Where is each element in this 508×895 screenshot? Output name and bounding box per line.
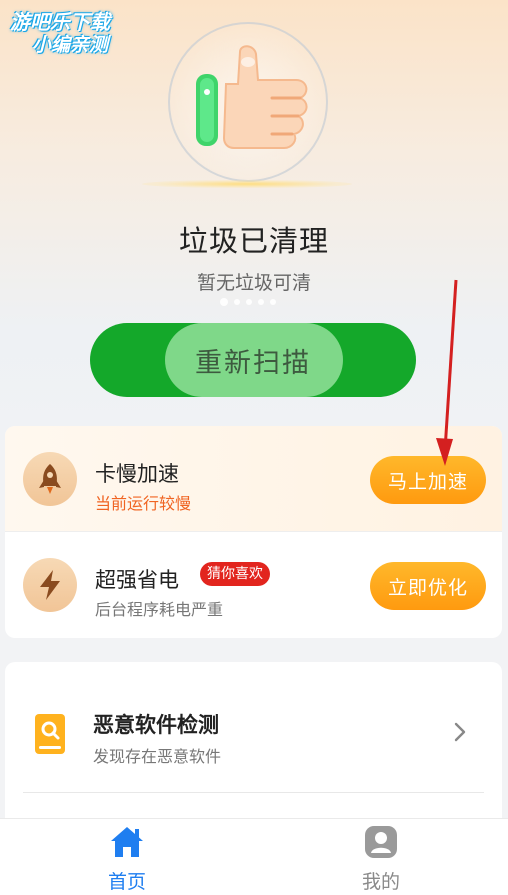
tab-mine[interactable]: 我的 bbox=[254, 819, 508, 895]
hero-section: 游吧乐下载 小编亲测 垃圾已清理 暂无垃圾可清 重新扫描 bbox=[0, 0, 508, 440]
glow-divider bbox=[142, 180, 352, 188]
recommend-badge: 猜你喜欢 bbox=[200, 562, 270, 586]
watermark: 游吧乐下载 小编亲测 bbox=[10, 10, 150, 57]
optimize-card: 卡慢加速 当前运行较慢 马上加速 超强省电 猜你喜欢 后台程序耗电严重 立即优化 bbox=[5, 426, 502, 638]
page-dot-active bbox=[220, 298, 228, 306]
malware-subtitle: 发现存在恶意软件 bbox=[93, 747, 222, 766]
watermark-line1: 游吧乐下载 bbox=[10, 10, 110, 34]
user-icon bbox=[365, 826, 397, 858]
watermark-line2: 小编亲测 bbox=[32, 34, 109, 56]
page-dot bbox=[270, 299, 276, 305]
tab-home[interactable]: 首页 bbox=[0, 819, 254, 895]
page-dot bbox=[246, 299, 252, 305]
lightning-icon bbox=[23, 558, 77, 612]
speedup-title: 卡慢加速 bbox=[95, 462, 179, 486]
rocket-icon bbox=[23, 452, 77, 506]
speedup-now-button[interactable]: 马上加速 bbox=[370, 456, 486, 504]
bottom-tab-bar: 首页 我的 bbox=[0, 818, 508, 895]
power-save-subtitle: 后台程序耗电严重 bbox=[95, 600, 224, 619]
speedup-subtitle: 当前运行较慢 bbox=[95, 494, 192, 513]
status-illustration bbox=[168, 22, 328, 182]
page-dot bbox=[234, 299, 240, 305]
rescan-label: 重新扫描 bbox=[195, 347, 311, 379]
page-indicator bbox=[220, 298, 276, 306]
malware-title: 恶意软件检测 bbox=[93, 713, 219, 737]
thumbs-up-icon bbox=[196, 45, 308, 149]
divider bbox=[23, 792, 484, 793]
tab-mine-label: 我的 bbox=[361, 871, 400, 893]
list-item-power-save[interactable]: 超强省电 猜你喜欢 后台程序耗电严重 立即优化 bbox=[5, 532, 502, 638]
chevron-right-icon bbox=[454, 722, 466, 742]
list-item-malware-check[interactable]: 恶意软件检测 发现存在恶意软件 bbox=[5, 662, 502, 792]
status-subtitle: 暂无垃圾可清 bbox=[196, 272, 311, 294]
phone-search-icon bbox=[35, 714, 65, 754]
home-icon bbox=[111, 827, 143, 857]
tab-home-label: 首页 bbox=[107, 871, 146, 893]
rescan-button[interactable]: 重新扫描 bbox=[90, 323, 416, 397]
page-dot bbox=[258, 299, 264, 305]
optimize-now-button[interactable]: 立即优化 bbox=[370, 562, 486, 610]
list-item-speedup[interactable]: 卡慢加速 当前运行较慢 马上加速 bbox=[5, 426, 502, 532]
power-save-title: 超强省电 bbox=[95, 568, 179, 592]
status-title: 垃圾已清理 bbox=[178, 224, 329, 258]
